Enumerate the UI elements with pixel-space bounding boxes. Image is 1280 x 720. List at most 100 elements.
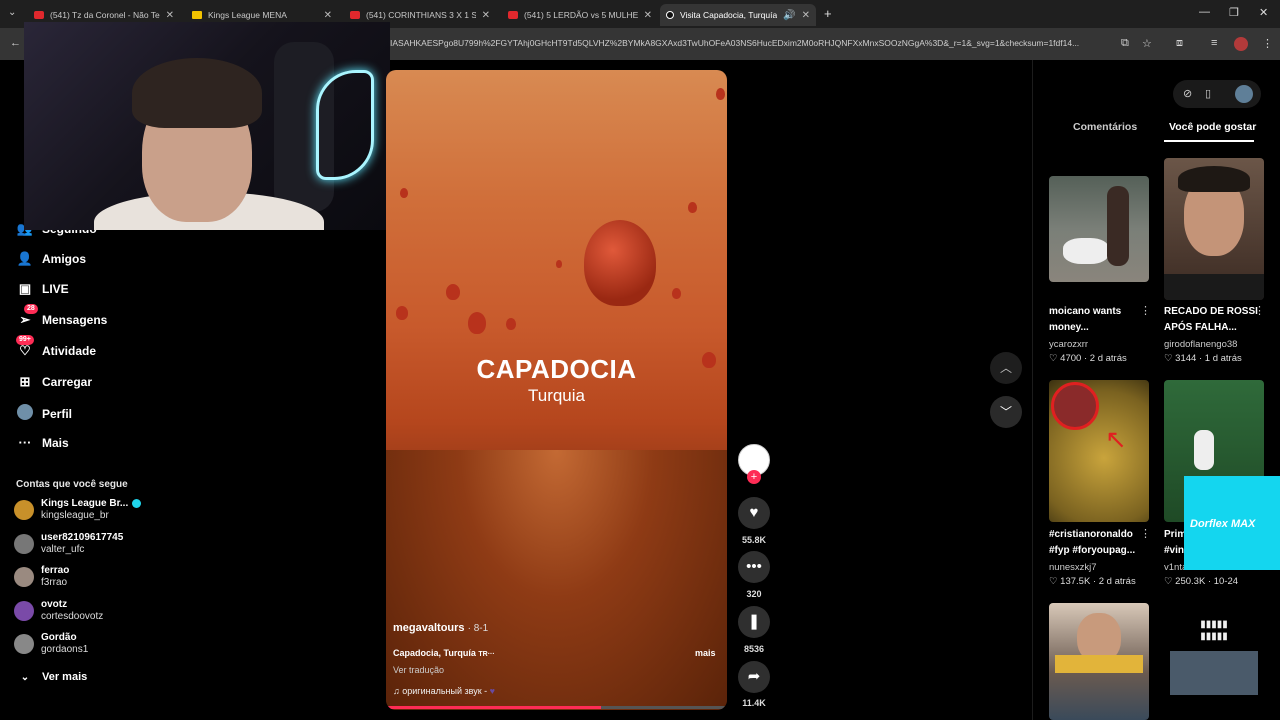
more-icon: ··· [18,435,32,450]
video-thumbnail[interactable]: ▮▮▮▮▮ ▮▮▮▮▮ [1164,615,1264,720]
compass-icon[interactable]: ⊘ [1183,87,1192,100]
recommended-user[interactable]: ycarozxrr [1049,339,1088,350]
right-panel-tools: ⊘ ▯ [1173,80,1261,108]
extensions-icon[interactable]: ⧈ [1176,37,1183,50]
sidebar-item-atividade[interactable]: ♡ 99+ Atividade [16,335,96,359]
recommended-user[interactable]: nunesxzkj7 [1049,562,1097,573]
save-button[interactable]: ❚ [738,606,770,638]
video-sound[interactable]: ♫ оригинальный звук - ♥ [393,686,495,696]
description-more-link[interactable]: mais [695,648,716,658]
video-player[interactable]: CAPADOCIA Turquia megavaltours · 8-1 Cap… [386,70,727,710]
sidebar-item-mensagens[interactable]: ➢ 28 Mensagens [16,304,107,328]
verified-icon [132,498,142,508]
share-icon: ➦ [747,668,761,685]
kings-league-icon [192,11,202,19]
avatar [14,534,34,554]
share-count: 11.4K [742,698,766,708]
tab-list-icon[interactable]: ⌄ [8,7,16,18]
close-icon[interactable]: ✕ [644,10,652,21]
url-field[interactable]: IASAHKAESPgo8U799h%2FGYTAhj0GHcHT9Td5QLV… [390,38,1118,48]
active-tab-indicator [1164,140,1254,142]
back-icon[interactable]: ← [10,37,21,49]
video-thumbnail[interactable] [1164,158,1264,300]
follow-plus-icon[interactable]: + [747,470,761,484]
profile-avatar[interactable] [1234,37,1248,51]
kebab-icon[interactable]: ⋮ [1254,304,1265,317]
dog-shape [1063,238,1109,264]
heart-outline-icon: ♡ [1164,576,1173,587]
followed-account[interactable]: Gordão gordaons1 [14,632,88,656]
followed-account[interactable]: Kings League Br... kingsleague_br [14,498,142,522]
video-author[interactable]: megavaltours · 8-1 [393,622,488,634]
kebab-icon[interactable]: ⋮ [1140,527,1151,540]
tab-for-you[interactable]: Você pode gostar [1169,121,1256,133]
like-button[interactable]: ♥ [738,497,770,529]
minimize-icon[interactable]: — [1199,6,1210,18]
followed-account[interactable]: ferrao f3rrao [14,565,69,589]
profile-icon [16,404,34,423]
chevron-up-icon: ︿ [999,361,1012,375]
activity-icon: ♡ 99+ [16,335,34,359]
close-icon[interactable]: ✕ [166,10,174,21]
recommended-title[interactable]: #cristianoronaldo #fyp #foryoupag... [1049,527,1135,559]
live-icon: ▣ [18,281,32,296]
new-tab-icon[interactable]: + [824,6,832,21]
share-button[interactable]: ➦ [738,661,770,693]
install-icon[interactable]: ⧉ [1121,37,1129,50]
video-thumbnail[interactable]: ↖ [1049,380,1149,522]
followed-account[interactable]: user82109617745 valter_ufc [14,532,123,556]
sidebar-item-mais[interactable]: ··· Mais [16,435,69,450]
shirt-shape [1164,274,1264,300]
recommended-user[interactable]: girodoflanengo38 [1164,339,1237,350]
following-section-title: Contas que você segue [16,479,128,490]
youtube-icon [34,11,44,19]
bookmark-star-icon[interactable]: ☆ [1142,37,1152,50]
avatar [14,500,34,520]
like-count: 55.8K [741,535,767,545]
browser-tab-active[interactable]: Visita Capadocia, Turquía: 🔊 ✕ [660,4,816,26]
media-icon[interactable]: ≡ [1211,37,1217,49]
video-thumbnail[interactable] [1049,176,1149,282]
video-thumbnail[interactable] [1049,603,1149,720]
recommended-title[interactable]: RECADO DE ROSSI APÓS FALHA... [1164,304,1258,336]
sidebar-item-live[interactable]: ▣ LIVE [16,281,69,297]
comment-button[interactable]: ••• [738,551,770,583]
kebab-icon[interactable]: ⋮ [1140,304,1151,317]
close-icon[interactable]: ✕ [324,10,332,21]
bookmark-icon: ❚ [747,613,761,630]
video-progress-bar[interactable] [386,706,727,709]
video-progress-fill [386,706,601,709]
recommended-meta: ♡ 3144 · 1 d atrás [1164,353,1242,364]
see-more-button[interactable]: ⌄ Ver mais [16,671,87,683]
user-avatar[interactable] [1235,85,1253,103]
menu-kebab-icon[interactable]: ⋮ [1262,37,1273,50]
close-icon[interactable]: ✕ [482,10,490,21]
translate-link[interactable]: Ver tradução [393,665,444,675]
close-icon[interactable]: ✕ [802,10,810,21]
webcam-overlay [24,22,390,230]
browser-tab[interactable]: (541) 5 LERDÃO vs 5 MULHERE ✕ [502,4,658,26]
tab-comments[interactable]: Comentários [1073,121,1137,133]
panel-divider [1032,60,1033,720]
window-close-icon[interactable]: ✕ [1259,6,1268,19]
previous-video-button[interactable]: ︿ [990,352,1022,384]
speaker-icon[interactable]: 🔊 [783,10,795,21]
tiktok-icon [666,11,674,19]
followed-account[interactable]: ovotz cortesdoovotz [14,599,103,623]
recommended-title[interactable]: moicano wants money... [1049,304,1121,336]
video-description: Capadocia, Turquía TR··· [393,648,495,658]
next-video-button[interactable]: ﹀ [990,396,1022,428]
sidebar-item-amigos[interactable]: 👤 Amigos [16,251,86,267]
music-note-icon: ♫ [393,686,400,696]
phone-icon[interactable]: ▯ [1205,87,1211,100]
notification-badge: 28 [24,304,38,314]
sidebar-item-carregar[interactable]: ⊞ Carregar [16,374,92,390]
balloon-image [584,220,656,306]
save-count: 8536 [743,644,765,654]
restore-icon[interactable]: ❐ [1229,6,1239,19]
recommended-meta: ♡ 250.3K · 10-24 [1164,576,1239,587]
comment-icon: ••• [746,558,762,575]
heart-outline-icon: ♡ [1049,576,1058,587]
recommended-title[interactable]: Prim #vin [1164,527,1186,559]
sidebar-item-perfil[interactable]: Perfil [16,404,72,423]
